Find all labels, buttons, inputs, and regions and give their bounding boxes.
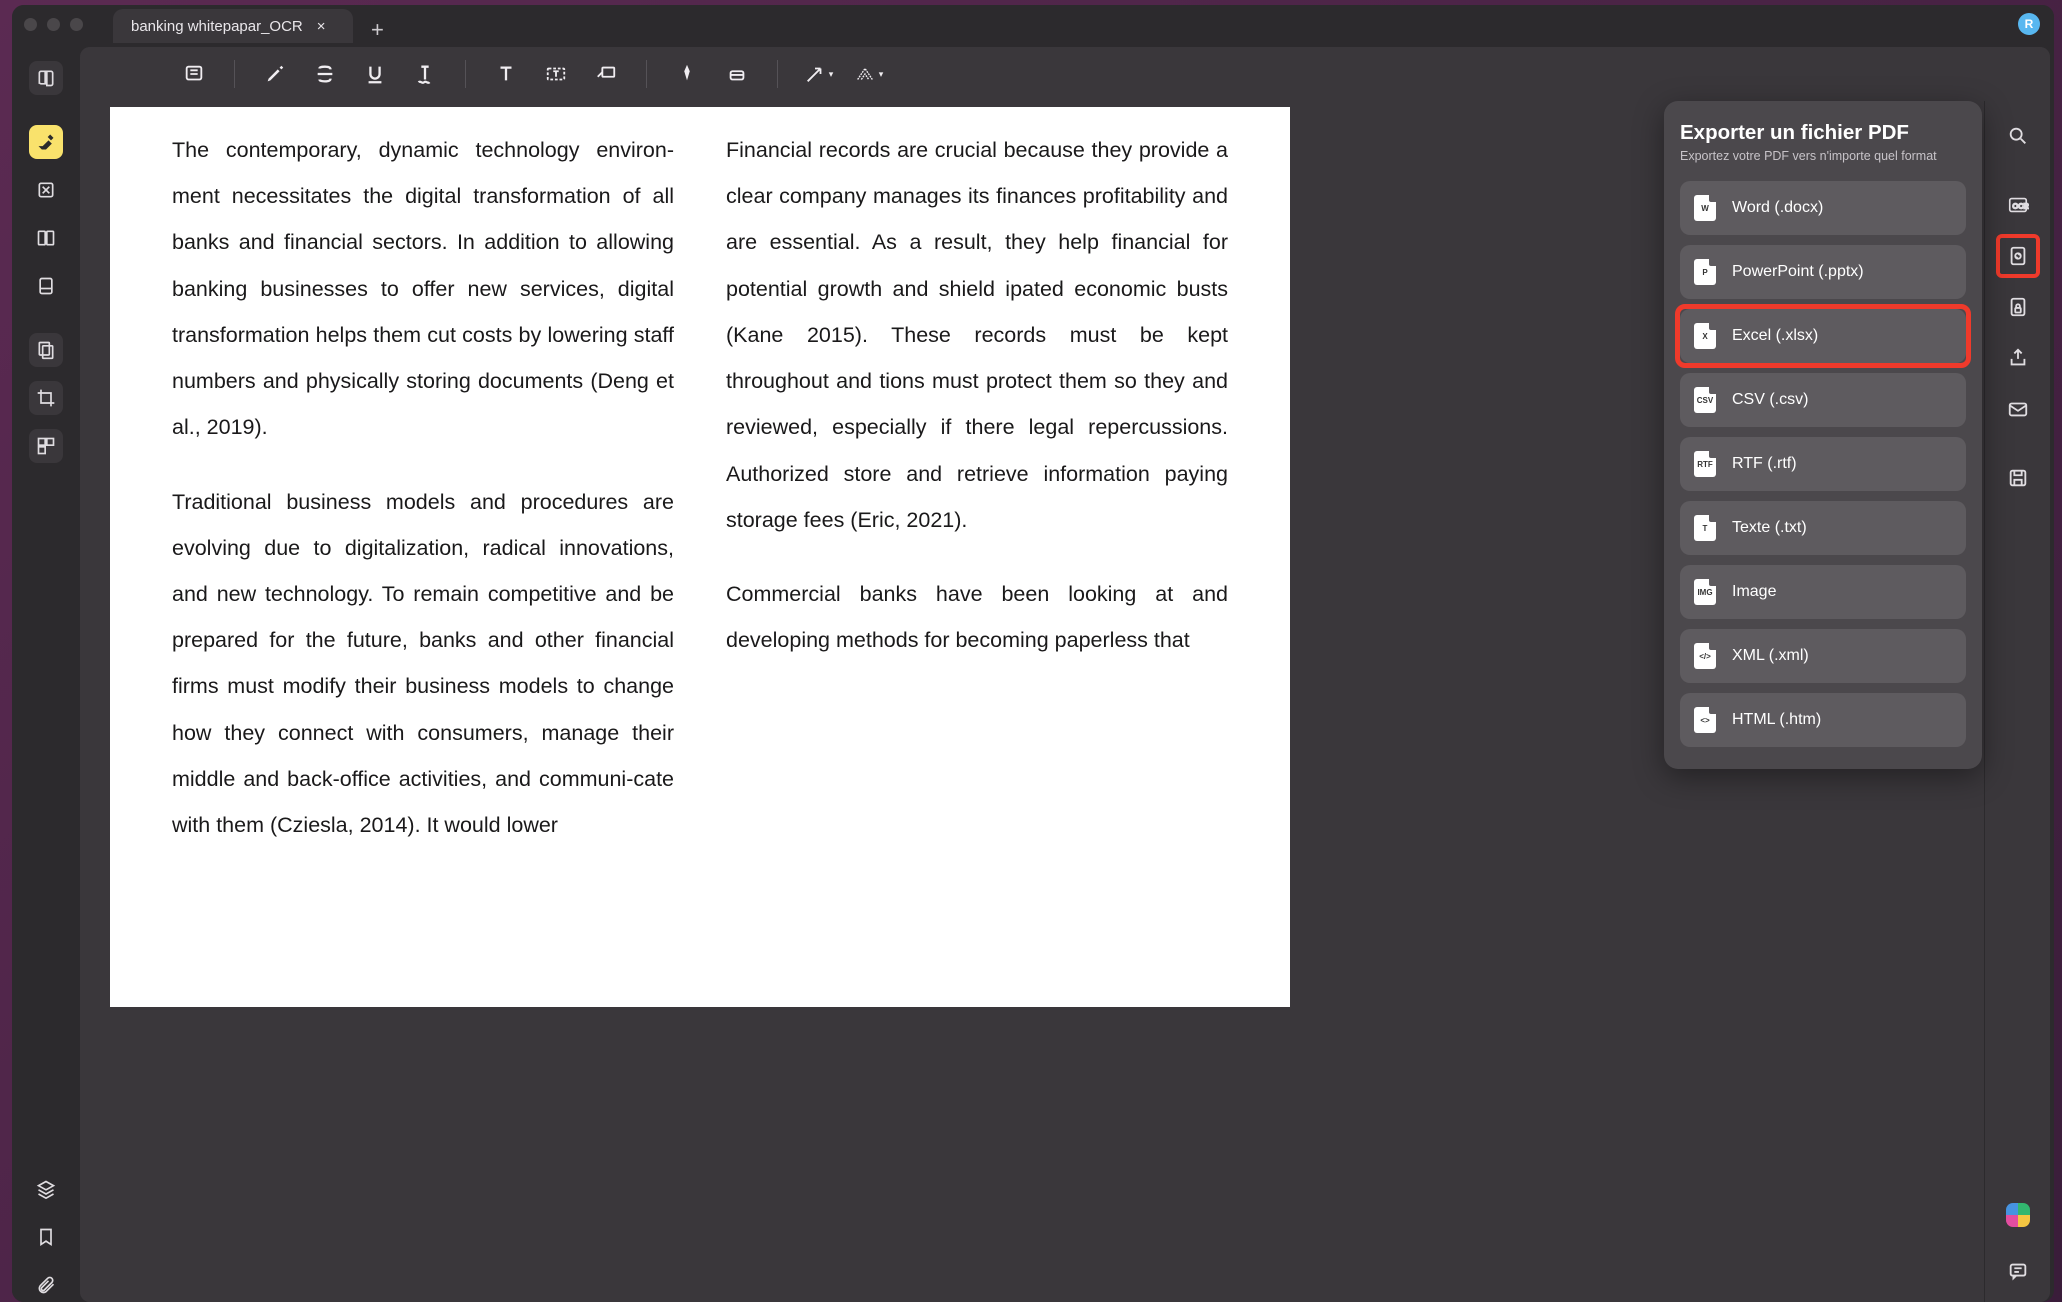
file-type-icon: T xyxy=(1694,515,1716,541)
file-type-icon: IMG xyxy=(1694,579,1716,605)
export-option[interactable]: RTF RTF (.rtf) xyxy=(1680,437,1966,491)
paragraph: Financial records are crucial because th… xyxy=(726,127,1228,543)
organize-icon[interactable] xyxy=(29,429,63,463)
export-option[interactable]: X Excel (.xlsx) xyxy=(1680,309,1966,363)
tab-strip: banking whitepapar_OCR × + xyxy=(113,5,402,43)
export-subtitle: Exportez votre PDF vers n'importe quel f… xyxy=(1680,149,1966,163)
content-area: The contemporary, dynamic technology env… xyxy=(80,101,2050,1302)
close-tab-icon[interactable]: × xyxy=(317,18,326,35)
export-icon[interactable] xyxy=(2001,239,2035,273)
paragraph: Traditional business models and procedur… xyxy=(172,479,674,849)
layers-icon[interactable] xyxy=(29,1172,63,1206)
paragraph: Commercial banks have been looking at an… xyxy=(726,571,1228,663)
export-option-label: HTML (.htm) xyxy=(1732,711,1821,729)
file-type-icon: RTF xyxy=(1694,451,1716,477)
pen-icon[interactable] xyxy=(671,58,703,90)
ocr-icon[interactable]: OCR xyxy=(2001,188,2035,222)
file-type-icon: X xyxy=(1694,323,1716,349)
export-panel: Exporter un fichier PDF Exportez votre P… xyxy=(1664,101,1982,769)
search-icon[interactable] xyxy=(2001,119,2035,153)
window-controls xyxy=(24,18,83,31)
export-option-label: PowerPoint (.pptx) xyxy=(1732,263,1864,281)
share-icon[interactable] xyxy=(2001,341,2035,375)
underline-icon[interactable] xyxy=(359,58,391,90)
file-type-icon: W xyxy=(1694,195,1716,221)
export-option-label: Excel (.xlsx) xyxy=(1732,327,1818,345)
toolbar-separator xyxy=(646,60,647,88)
export-option-label: XML (.xml) xyxy=(1732,647,1809,665)
sidebar-separator: — xyxy=(36,317,56,319)
toolbar-separator xyxy=(465,60,466,88)
close-window[interactable] xyxy=(24,18,37,31)
export-options-list: W Word (.docx) P PowerPoint (.pptx) X Excel (… xyxy=(1680,181,1966,747)
tab-title: banking whitepapar_OCR xyxy=(131,18,303,35)
left-sidebar: — — xyxy=(12,43,80,1302)
export-option[interactable]: T Texte (.txt) xyxy=(1680,501,1966,555)
file-type-icon: <> xyxy=(1694,707,1716,733)
protect-icon[interactable] xyxy=(2001,290,2035,324)
squiggly-icon[interactable] xyxy=(409,58,441,90)
toolbar: ▾ ▾ xyxy=(80,47,2050,101)
read-mode-icon[interactable] xyxy=(29,61,63,95)
titlebar: banking whitepapar_OCR × + R xyxy=(12,5,2054,43)
note-icon[interactable] xyxy=(178,58,210,90)
export-option[interactable]: W Word (.docx) xyxy=(1680,181,1966,235)
page: The contemporary, dynamic technology env… xyxy=(110,107,1290,1007)
body: — — xyxy=(12,43,2054,1302)
attachment-icon[interactable] xyxy=(29,1268,63,1302)
sidebar-separator: — xyxy=(36,109,56,111)
arrow-icon[interactable]: ▾ xyxy=(802,58,834,90)
mail-icon[interactable] xyxy=(2001,392,2035,426)
sidebar-separator: — xyxy=(2008,443,2028,444)
toolbar-separator xyxy=(777,60,778,88)
export-option[interactable]: CSV CSV (.csv) xyxy=(1680,373,1966,427)
paragraph: The contemporary, dynamic technology env… xyxy=(172,127,674,451)
highlighter-icon[interactable] xyxy=(259,58,291,90)
callout-icon[interactable] xyxy=(590,58,622,90)
tab-document[interactable]: banking whitepapar_OCR × xyxy=(113,9,353,43)
app-window: banking whitepapar_OCR × + R — xyxy=(12,5,2054,1302)
export-option-label: Word (.docx) xyxy=(1732,199,1823,217)
thumbnails-icon[interactable] xyxy=(29,333,63,367)
export-option-label: Image xyxy=(1732,583,1776,601)
eraser-icon[interactable] xyxy=(721,58,753,90)
highlight-marker xyxy=(1996,234,2040,278)
text-icon[interactable] xyxy=(490,58,522,90)
textbox-icon[interactable] xyxy=(540,58,572,90)
export-option[interactable]: <> HTML (.htm) xyxy=(1680,693,1966,747)
edit-mode-icon[interactable] xyxy=(29,173,63,207)
export-title: Exporter un fichier PDF xyxy=(1680,121,1966,145)
file-type-icon: </> xyxy=(1694,643,1716,669)
export-option-label: RTF (.rtf) xyxy=(1732,455,1797,473)
export-option[interactable]: </> XML (.xml) xyxy=(1680,629,1966,683)
export-option-label: CSV (.csv) xyxy=(1732,391,1808,409)
comments-icon[interactable] xyxy=(2001,1254,2035,1288)
view-double-icon[interactable] xyxy=(29,221,63,255)
new-tab-button[interactable]: + xyxy=(353,17,402,43)
zoom-window[interactable] xyxy=(70,18,83,31)
strikethrough-icon[interactable] xyxy=(309,58,341,90)
export-option[interactable]: P PowerPoint (.pptx) xyxy=(1680,245,1966,299)
main-area: ▾ ▾ The contemporary, dynamic technology… xyxy=(80,47,2050,1302)
stamp-icon[interactable]: ▾ xyxy=(852,58,884,90)
export-option-label: Texte (.txt) xyxy=(1732,519,1807,537)
bookmark-icon[interactable] xyxy=(29,1220,63,1254)
file-type-icon: P xyxy=(1694,259,1716,285)
svg-text:OCR: OCR xyxy=(2012,202,2028,211)
export-option[interactable]: IMG Image xyxy=(1680,565,1966,619)
right-sidebar: — OCR xyxy=(1984,101,2050,1302)
sidebar-separator: — xyxy=(2008,170,2028,171)
crop-icon[interactable] xyxy=(29,381,63,415)
app-logo-icon[interactable] xyxy=(2006,1203,2030,1227)
file-type-icon: CSV xyxy=(1694,387,1716,413)
minimize-window[interactable] xyxy=(47,18,60,31)
highlight-mode-icon[interactable] xyxy=(29,125,63,159)
toolbar-separator xyxy=(234,60,235,88)
page-tools-icon[interactable] xyxy=(29,269,63,303)
save-icon[interactable] xyxy=(2001,461,2035,495)
user-avatar[interactable]: R xyxy=(2018,13,2040,35)
